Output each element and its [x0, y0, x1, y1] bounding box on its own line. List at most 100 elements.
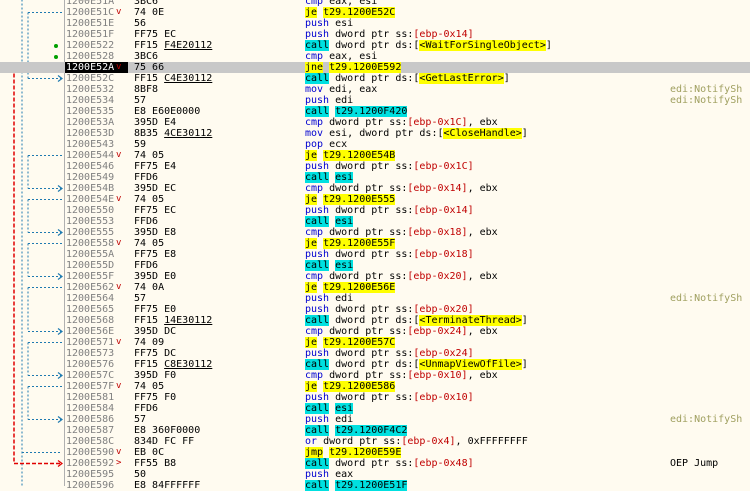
- disasm-row[interactable]: 1200E550 FF75 EC push dword ptr ss:[ebp-0x…: [0, 205, 750, 216]
- disasm-row[interactable]: 1200E51E 56 push esi: [0, 18, 750, 29]
- instruction-cell[interactable]: call esi: [305, 172, 354, 183]
- disasm-row[interactable]: 1200E587 E8 360F0000 call t29.1200F4C2: [0, 425, 750, 436]
- address-cell[interactable]: 1200E553: [66, 216, 128, 227]
- instruction-cell[interactable]: push dword ptr ss:[ebp-0x14]: [305, 29, 474, 40]
- disasm-row[interactable]: 1200E562 v 74 0A je t29.1200E56E: [0, 282, 750, 293]
- instruction-cell[interactable]: push dword ptr ss:[ebp-0x1C]: [305, 161, 474, 172]
- instruction-cell[interactable]: push dword ptr ss:[ebp-0x14]: [305, 205, 474, 216]
- address-cell[interactable]: 1200E55F: [66, 271, 128, 282]
- address-cell[interactable]: 1200E53A: [66, 117, 128, 128]
- address-cell[interactable]: 1200E565: [66, 304, 128, 315]
- disasm-row[interactable]: 1200E52C FF15 C4E30112 call dword ptr ds:[…: [0, 73, 750, 84]
- instruction-cell[interactable]: push dword ptr ss:[ebp-0x18]: [305, 249, 474, 260]
- instruction-cell[interactable]: je t29.1200E54B: [305, 150, 396, 161]
- disasm-row[interactable]: 1200E57C 395D F0 cmp dword ptr ss:[ebp-0x1…: [0, 370, 750, 381]
- instruction-cell[interactable]: push edi: [305, 414, 353, 425]
- instruction-cell[interactable]: je t29.1200E586: [305, 381, 396, 392]
- instruction-cell[interactable]: push edi: [305, 293, 353, 304]
- address-cell[interactable]: 1200E549: [66, 172, 128, 183]
- disassembly-listing[interactable]: 1200E51A 3BC6 cmp eax, esi 1200E51C v 74 0E je…: [0, 0, 750, 491]
- disasm-row[interactable]: 1200E51F FF75 EC push dword ptr ss:[ebp-0x…: [0, 29, 750, 40]
- disasm-row[interactable]: 1200E555 395D E8 cmp dword ptr ss:[ebp-0x1…: [0, 227, 750, 238]
- address-cell[interactable]: 1200E522: [66, 40, 128, 51]
- address-cell[interactable]: 1200E51A: [66, 0, 128, 7]
- address-cell[interactable]: 1200E543: [66, 139, 128, 150]
- address-cell[interactable]: 1200E586: [66, 414, 128, 425]
- address-cell[interactable]: 1200E568: [66, 315, 128, 326]
- disasm-row[interactable]: 1200E58C 834D FC FF or dword ptr ss:[ebp-0…: [0, 436, 750, 447]
- instruction-cell[interactable]: je t29.1200E57C: [305, 337, 396, 348]
- disasm-row[interactable]: 1200E586 57 push edi edi:NotifySh: [0, 414, 750, 425]
- disasm-row[interactable]: 1200E564 57 push edi edi:NotifySh: [0, 293, 750, 304]
- disasm-row[interactable]: 1200E528 3BC6 cmp eax, esi: [0, 51, 750, 62]
- address-cell[interactable]: 1200E555: [66, 227, 128, 238]
- address-cell[interactable]: 1200E51F: [66, 29, 128, 40]
- disasm-row[interactable]: 1200E57F v 74 05 je t29.1200E586: [0, 381, 750, 392]
- instruction-cell[interactable]: push dword ptr ss:[ebp-0x20]: [305, 304, 474, 315]
- disasm-row[interactable]: 1200E51A 3BC6 cmp eax, esi: [0, 0, 750, 7]
- instruction-cell[interactable]: or dword ptr ss:[ebp-0x4], 0xFFFFFFFF: [305, 436, 528, 447]
- disasm-row[interactable]: 1200E584 FFD6 call esi: [0, 403, 750, 414]
- instruction-cell[interactable]: call dword ptr ds:[<TerminateThread>]: [305, 315, 528, 326]
- instruction-cell[interactable]: call dword ptr ds:[<WaitForSingleObject>…: [305, 40, 552, 51]
- address-cell[interactable]: 1200E581: [66, 392, 128, 403]
- instruction-cell[interactable]: cmp eax, esi: [305, 0, 377, 7]
- disasm-row[interactable]: 1200E546 FF75 E4 push dword ptr ss:[ebp-0x…: [0, 161, 750, 172]
- instruction-cell[interactable]: call t29.1200F4C2: [305, 425, 408, 436]
- address-cell[interactable]: 1200E54B: [66, 183, 128, 194]
- disasm-row[interactable]: 1200E52A v 75 66 jne t29.1200E592: [0, 62, 750, 73]
- disasm-row[interactable]: 1200E532 8BF8 mov edi, eax edi:NotifySh: [0, 84, 750, 95]
- disasm-row[interactable]: 1200E54E v 74 05 je t29.1200E555: [0, 194, 750, 205]
- disasm-row[interactable]: 1200E553 FFD6 call esi: [0, 216, 750, 227]
- instruction-cell[interactable]: call esi: [305, 216, 354, 227]
- address-cell[interactable]: 1200E55A: [66, 249, 128, 260]
- disasm-row[interactable]: 1200E53A 395D E4 cmp dword ptr ss:[ebp-0x1…: [0, 117, 750, 128]
- disasm-row[interactable]: 1200E53D 8B35 4CE30112 mov esi, dword ptr …: [0, 128, 750, 139]
- address-cell[interactable]: 1200E51E: [66, 18, 128, 29]
- instruction-cell[interactable]: jne t29.1200E592: [305, 62, 402, 73]
- disasm-row[interactable]: 1200E595 50 push eax: [0, 469, 750, 480]
- address-cell[interactable]: 1200E56E: [66, 326, 128, 337]
- breakpoint-dot-icon[interactable]: [54, 55, 58, 59]
- disasm-row[interactable]: 1200E51C v 74 0E je t29.1200E52C: [0, 7, 750, 18]
- address-cell[interactable]: 1200E55D: [66, 260, 128, 271]
- instruction-cell[interactable]: push esi: [305, 18, 353, 29]
- disasm-row[interactable]: 1200E565 FF75 E0 push dword ptr ss:[ebp-0x…: [0, 304, 750, 315]
- disasm-row[interactable]: 1200E522 FF15 F4E20112 call dword ptr ds:[…: [0, 40, 750, 51]
- disasm-row[interactable]: 1200E590 v EB 0C jmp t29.1200E59E: [0, 447, 750, 458]
- disasm-row[interactable]: 1200E54B 395D EC cmp dword ptr ss:[ebp-0x1…: [0, 183, 750, 194]
- disasm-row[interactable]: 1200E543 59 pop ecx: [0, 139, 750, 150]
- disasm-row[interactable]: 1200E581 FF75 F0 push dword ptr ss:[ebp-0x…: [0, 392, 750, 403]
- address-cell[interactable]: 1200E532: [66, 84, 128, 95]
- instruction-cell[interactable]: cmp dword ptr ss:[ebp-0x20], ebx: [305, 271, 498, 282]
- address-cell[interactable]: 1200E534: [66, 95, 128, 106]
- disasm-row[interactable]: 1200E568 FF15 14E30112 call dword ptr ds:[…: [0, 315, 750, 326]
- instruction-cell[interactable]: pop ecx: [305, 139, 347, 150]
- address-cell[interactable]: 1200E546: [66, 161, 128, 172]
- address-cell[interactable]: 1200E52C: [66, 73, 128, 84]
- instruction-cell[interactable]: cmp dword ptr ss:[ebp-0x24], ebx: [305, 326, 498, 337]
- instruction-cell[interactable]: call dword ptr ds:[<UnmapViewOfFile>]: [305, 359, 528, 370]
- disasm-row[interactable]: 1200E55D FFD6 call esi: [0, 260, 750, 271]
- instruction-cell[interactable]: call esi: [305, 403, 354, 414]
- address-cell[interactable]: 1200E573: [66, 348, 128, 359]
- instruction-cell[interactable]: push dword ptr ss:[ebp-0x24]: [305, 348, 474, 359]
- disasm-row[interactable]: 1200E576 FF15 C8E30112 call dword ptr ds:[…: [0, 359, 750, 370]
- address-cell[interactable]: 1200E528: [66, 51, 128, 62]
- instruction-cell[interactable]: cmp dword ptr ss:[ebp-0x14], ebx: [305, 183, 498, 194]
- instruction-cell[interactable]: je t29.1200E56E: [305, 282, 396, 293]
- address-cell[interactable]: 1200E595: [66, 469, 128, 480]
- disasm-row[interactable]: 1200E534 57 push edi edi:NotifySh: [0, 95, 750, 106]
- disasm-row[interactable]: 1200E544 v 74 05 je t29.1200E54B: [0, 150, 750, 161]
- instruction-cell[interactable]: je t29.1200E52C: [305, 7, 396, 18]
- disasm-row[interactable]: 1200E558 v 74 05 je t29.1200E55F: [0, 238, 750, 249]
- instruction-cell[interactable]: cmp eax, esi: [305, 51, 377, 62]
- instruction-cell[interactable]: jmp t29.1200E59E: [305, 447, 402, 458]
- disasm-row[interactable]: 1200E56E 395D DC cmp dword ptr ss:[ebp-0x2…: [0, 326, 750, 337]
- instruction-cell[interactable]: push dword ptr ss:[ebp-0x10]: [305, 392, 474, 403]
- disasm-row[interactable]: 1200E571 v 74 09 je t29.1200E57C: [0, 337, 750, 348]
- address-cell[interactable]: 1200E57C: [66, 370, 128, 381]
- disasm-row[interactable]: 1200E592 > FF55 B8 call dword ptr ss:[ebp-0…: [0, 458, 750, 469]
- breakpoint-dot-icon[interactable]: [54, 44, 58, 48]
- instruction-cell[interactable]: call dword ptr ss:[ebp-0x48]: [305, 458, 474, 469]
